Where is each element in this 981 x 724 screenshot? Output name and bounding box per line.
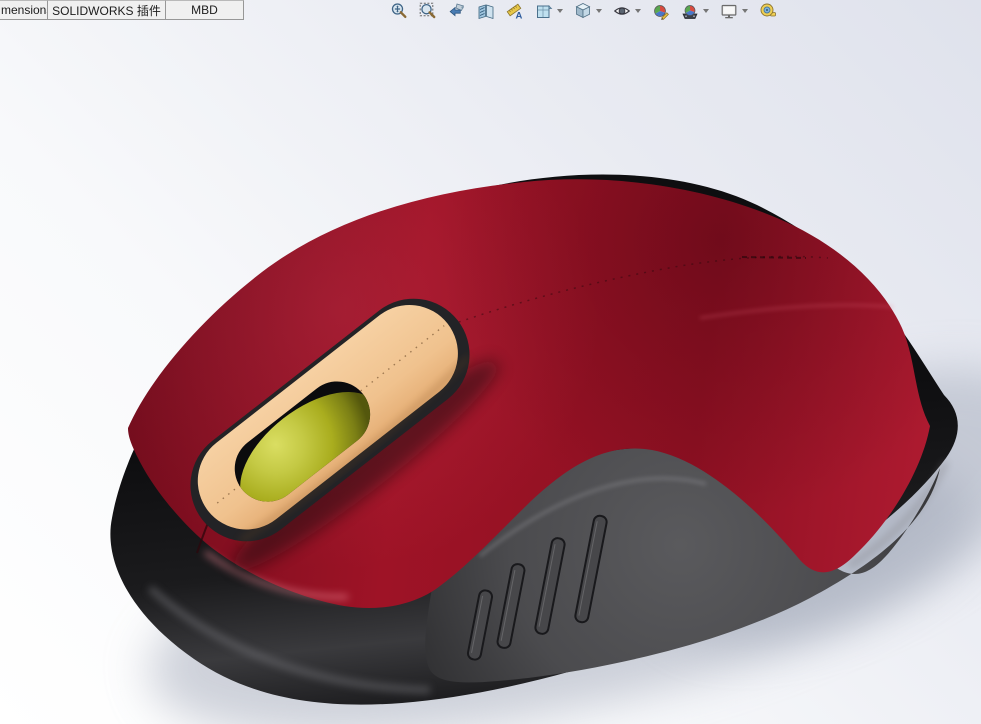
edit-appearance-button[interactable] — [652, 2, 670, 20]
hide-show-dropdown[interactable] — [635, 9, 641, 13]
tape-measure-icon — [760, 3, 776, 17]
solidworks-window: { "command_manager": { "tabs": [ { "labe… — [0, 0, 981, 724]
monitor-icon — [721, 4, 737, 19]
measure-button[interactable] — [759, 2, 777, 20]
commandmanager-tab-bar: mensions SOLIDWORKS 插件 MBD — [0, 0, 244, 20]
view-orientation-dropdown[interactable] — [557, 9, 563, 13]
apply-scene-dropdown[interactable] — [703, 9, 709, 13]
dynamic-annotation-views-button[interactable]: A — [506, 2, 524, 20]
color-ball-pencil-icon — [654, 5, 669, 20]
orientation-cube-icon — [537, 5, 553, 18]
hide-show-items-button[interactable] — [613, 2, 641, 20]
eye-icon — [613, 7, 631, 15]
view-orientation-button[interactable] — [535, 2, 563, 20]
apply-scene-button[interactable] — [681, 2, 709, 20]
tab-mbd[interactable]: MBD — [166, 0, 244, 20]
magnifier-fit-icon — [391, 3, 407, 18]
view-settings-dropdown[interactable] — [742, 9, 748, 13]
section-book-icon — [478, 4, 494, 20]
shaded-cube-icon — [575, 3, 591, 19]
ruler-letter-a-icon: A — [506, 3, 523, 21]
view-arrow-icon — [449, 3, 465, 17]
previous-view-button[interactable] — [448, 2, 466, 20]
heads-up-toolbar: A — [390, 0, 788, 22]
color-ball-stage-icon — [682, 5, 698, 19]
magnifier-area-icon — [419, 2, 436, 19]
display-style-button[interactable] — [574, 2, 602, 20]
zoom-to-area-button[interactable] — [419, 2, 437, 20]
view-settings-button[interactable] — [720, 2, 748, 20]
display-style-dropdown[interactable] — [596, 9, 602, 13]
tab-solidworks-addins[interactable]: SOLIDWORKS 插件 — [48, 0, 166, 20]
tab-dimensions[interactable]: mensions — [0, 0, 48, 20]
section-view-button[interactable] — [477, 2, 495, 20]
graphics-viewport[interactable] — [0, 0, 981, 724]
zoom-to-fit-button[interactable] — [390, 2, 408, 20]
svg-text:A: A — [516, 11, 523, 21]
